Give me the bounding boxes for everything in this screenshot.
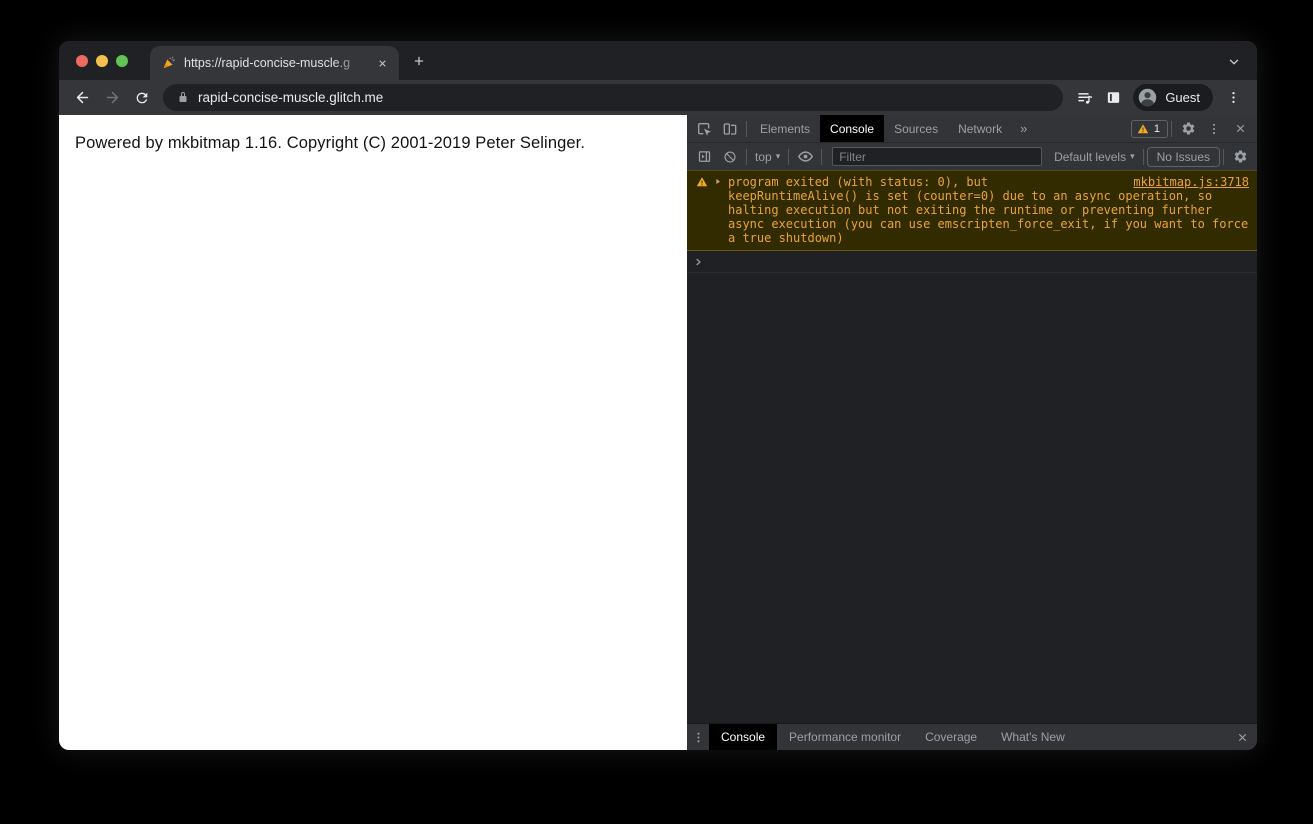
screenshot-stage: https://rapid-concise-muscle.g rapid-con… <box>0 0 1313 824</box>
divider <box>1171 120 1172 137</box>
browser-menu-icon[interactable] <box>1219 84 1247 112</box>
warning-text-wrap: mkbitmap.js:3718 program exited (with st… <box>728 175 1249 245</box>
url-text: rapid-concise-muscle.glitch.me <box>198 90 384 105</box>
chevron-down-icon: ▾ <box>1130 151 1135 161</box>
profile-button[interactable]: Guest <box>1133 84 1213 111</box>
divider <box>788 148 790 165</box>
console-prompt[interactable] <box>687 251 1257 273</box>
tab-close-icon[interactable] <box>373 54 391 72</box>
guest-avatar <box>1137 87 1158 108</box>
inspect-element-icon[interactable] <box>691 117 717 141</box>
divider <box>746 148 747 165</box>
back-icon[interactable] <box>67 83 97 112</box>
close-window-button[interactable] <box>76 55 88 67</box>
new-tab-button[interactable] <box>406 48 432 74</box>
web-page: Powered by mkbitmap 1.16. Copyright (C) … <box>59 115 687 750</box>
address-bar[interactable]: rapid-concise-muscle.glitch.me <box>163 84 1064 111</box>
media-controls-icon[interactable] <box>1071 84 1099 112</box>
minimize-window-button[interactable] <box>96 55 108 67</box>
drawer-tab-coverage[interactable]: Coverage <box>913 724 989 750</box>
side-panel-icon[interactable] <box>1099 84 1127 112</box>
party-popper-favicon <box>162 56 176 70</box>
devtools-panel: Elements Console Sources Network » 1 top… <box>687 115 1257 750</box>
issues-button[interactable]: No Issues <box>1146 146 1220 167</box>
device-toolbar-icon[interactable] <box>717 117 743 141</box>
forward-icon[interactable] <box>97 83 127 112</box>
drawer-tab-performance-monitor[interactable]: Performance monitor <box>777 724 913 750</box>
reload-icon[interactable] <box>127 83 157 112</box>
warning-triangle-icon <box>696 176 708 188</box>
tab-strip: https://rapid-concise-muscle.g <box>59 41 1257 80</box>
tab-title: https://rapid-concise-muscle.g <box>184 56 351 70</box>
devtools-settings-gear-icon[interactable] <box>1175 117 1201 141</box>
devtools-menu-icon[interactable] <box>1201 117 1227 141</box>
divider <box>821 148 823 165</box>
divider <box>1142 148 1144 165</box>
browser-tab[interactable]: https://rapid-concise-muscle.g <box>150 46 399 80</box>
drawer-tab-console[interactable]: Console <box>709 724 778 750</box>
context-selector-label: top <box>755 149 772 164</box>
devtools-tab-bar: Elements Console Sources Network » 1 <box>687 115 1257 143</box>
divider <box>746 120 747 137</box>
tab-console[interactable]: Console <box>820 115 885 142</box>
more-tabs-icon[interactable]: » <box>1012 121 1035 136</box>
page-text: Powered by mkbitmap 1.16. Copyright (C) … <box>75 134 586 152</box>
devtools-close-icon[interactable] <box>1227 117 1253 141</box>
devtools-drawer: Console Performance monitor Coverage Wha… <box>687 723 1257 750</box>
fullscreen-window-button[interactable] <box>116 55 128 67</box>
browser-window: https://rapid-concise-muscle.g rapid-con… <box>59 41 1257 750</box>
prompt-chevron-icon <box>696 258 701 266</box>
window-content: Powered by mkbitmap 1.16. Copyright (C) … <box>59 115 1257 750</box>
tab-network[interactable]: Network <box>948 115 1012 142</box>
divider <box>1223 148 1224 165</box>
context-selector[interactable]: top ▾ <box>750 150 785 164</box>
live-expression-eye-icon[interactable] <box>792 145 818 169</box>
drawer-close-icon[interactable] <box>1227 731 1257 744</box>
traffic-lights <box>76 55 128 67</box>
clear-console-icon[interactable] <box>717 145 743 169</box>
console-sidebar-toggle-icon[interactable] <box>691 145 717 169</box>
warnings-badge[interactable]: 1 <box>1130 119 1168 138</box>
source-link[interactable]: mkbitmap.js:3718 <box>1133 175 1249 189</box>
log-levels-label: Default levels <box>1054 149 1127 164</box>
browser-toolbar: rapid-concise-muscle.glitch.me Guest <box>59 80 1257 115</box>
console-settings-gear-icon[interactable] <box>1227 145 1253 169</box>
expand-triangle-icon[interactable] <box>714 177 722 186</box>
log-levels-dropdown[interactable]: Default levels ▾ <box>1049 150 1140 164</box>
console-empty-area[interactable] <box>687 273 1257 723</box>
chevron-down-icon: ▾ <box>775 151 781 161</box>
tab-strip-chevron-down-icon[interactable] <box>1224 52 1244 72</box>
tab-elements[interactable]: Elements <box>750 115 820 142</box>
tab-sources[interactable]: Sources <box>884 115 948 142</box>
warnings-count: 1 <box>1153 122 1160 135</box>
lock-icon[interactable] <box>177 91 189 104</box>
console-toolbar: top ▾ Default levels ▾ No Issues <box>687 143 1257 170</box>
filter-input[interactable] <box>832 147 1043 166</box>
console-messages: mkbitmap.js:3718 program exited (with st… <box>687 170 1257 723</box>
drawer-tab-whats-new[interactable]: What's New <box>989 724 1077 750</box>
drawer-menu-icon[interactable] <box>687 724 709 750</box>
console-warning-message[interactable]: mkbitmap.js:3718 program exited (with st… <box>687 170 1257 251</box>
profile-label: Guest <box>1165 90 1200 105</box>
